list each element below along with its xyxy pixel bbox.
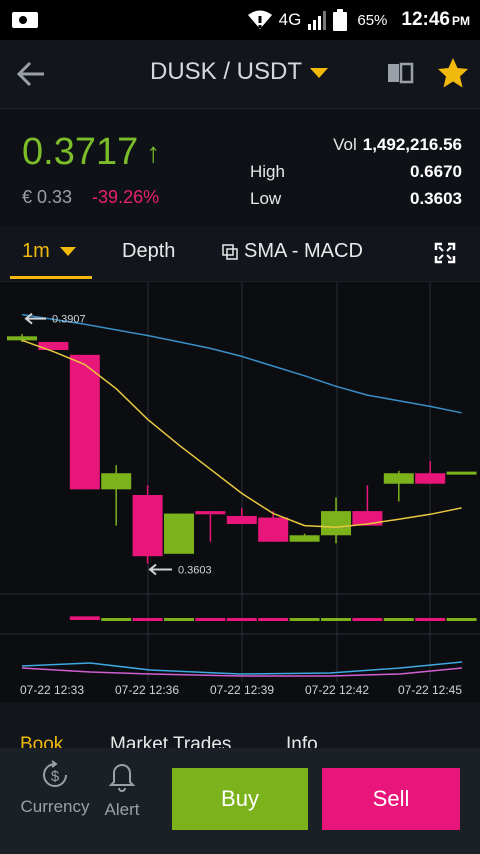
pair-title: DUSK / USDT [150, 58, 303, 85]
x-tick-label: 07-22 12:42 [305, 683, 369, 697]
candlestick-chart[interactable]: 0.3907 0.3603 07-22 12:33 07-22 12:36 07-22 … [0, 282, 480, 702]
wifi-alert-icon [247, 10, 272, 29]
low-marker-label: 0.3603 [178, 564, 212, 576]
candle-body [226, 515, 257, 524]
chart-tabs: 1m Depth SMA - MACD [0, 226, 480, 282]
low-marker-arrow [148, 563, 172, 576]
fiat-price: € 0.33 [22, 187, 73, 207]
macd-bar [352, 618, 383, 621]
candle-body [446, 471, 477, 475]
status-bar: 4G 65% 12:46 PM [0, 0, 480, 40]
macd-bar [321, 618, 351, 621]
macd-bar [258, 618, 289, 621]
chart-canvas: 0.3907 0.3603 07-22 12:33 07-22 12:36 07-22 … [0, 282, 480, 697]
fullscreen-icon[interactable] [434, 242, 456, 264]
currency-icon: $ [43, 760, 67, 787]
svg-text:$: $ [51, 768, 60, 785]
candle-body [101, 473, 132, 490]
book-icon[interactable] [385, 58, 415, 88]
low-label: Low [250, 189, 282, 208]
candle-body [321, 511, 351, 536]
candle-body [38, 341, 69, 350]
ticker-panel: 0.3717 ↑ € 0.33 -39.26% Vol 1,492,216.56 … [0, 108, 480, 226]
tab-interval[interactable]: 1m [22, 240, 76, 263]
price-change: -39.26% [92, 187, 160, 207]
alert-button[interactable]: Alert [98, 758, 146, 820]
high-marker-label: 0.3907 [52, 314, 86, 326]
back-arrow-icon[interactable] [14, 56, 50, 92]
network-type: 4G [278, 10, 302, 29]
high-marker-arrow [24, 312, 46, 325]
candle-body [415, 473, 446, 484]
macd-bar [226, 618, 257, 621]
macd-bar [132, 618, 163, 621]
battery-percent: 65% [357, 11, 388, 29]
buy-button[interactable]: Buy [172, 768, 308, 830]
candle-body [7, 336, 37, 341]
currency-label: Currency [20, 797, 90, 816]
tab-depth[interactable]: Depth [122, 240, 175, 263]
macd-bar [383, 618, 414, 621]
macd-bar [164, 618, 194, 621]
dropdown-caret-icon [59, 247, 76, 256]
macd-bar [101, 618, 132, 621]
indicator-icon [222, 243, 238, 260]
clock: 12:46 PM [401, 9, 470, 30]
x-tick-label: 07-22 12:39 [210, 683, 274, 697]
active-tab-indicator [10, 276, 92, 279]
macd-bar [289, 618, 320, 621]
action-bar: $ Currency Alert Buy Sell [0, 748, 480, 854]
currency-button[interactable]: $ Currency [20, 758, 90, 818]
sell-button[interactable]: Sell [322, 768, 460, 830]
bell-icon [108, 764, 136, 792]
alert-label: Alert [104, 800, 140, 819]
tab-indicators[interactable]: SMA - MACD [222, 240, 363, 263]
up-arrow-icon: ↑ [146, 136, 161, 168]
low-value: 0.3603 [410, 189, 462, 208]
macd-bar [69, 616, 100, 620]
candle-body [195, 511, 226, 515]
x-tick-label: 07-22 12:36 [115, 683, 179, 697]
signal-icon [308, 11, 327, 30]
candle-body [289, 535, 320, 542]
last-price: 0.3717 ↑ [22, 131, 161, 173]
vol-label: Vol [333, 135, 357, 154]
macd-bar [415, 618, 446, 621]
candle-body [164, 513, 194, 554]
video-recording-icon [12, 12, 38, 28]
ticker-stats: Vol 1,492,216.56 High 0.6670 Low 0.3603 [250, 135, 462, 216]
high-value: 0.6670 [410, 162, 462, 181]
top-bar: DUSK / USDT [0, 40, 480, 108]
high-label: High [250, 162, 285, 181]
x-tick-label: 07-22 12:33 [20, 683, 84, 697]
star-icon[interactable] [436, 56, 470, 90]
candle-body [383, 473, 414, 484]
x-tick-label: 07-22 12:45 [398, 683, 462, 697]
battery-icon [333, 9, 348, 31]
macd-bar [195, 618, 226, 621]
candle-body [69, 354, 100, 490]
vol-value: 1,492,216.56 [362, 135, 462, 154]
candle-body [258, 517, 289, 542]
macd-bar [446, 618, 477, 621]
dropdown-caret-icon [310, 68, 329, 78]
pair-selector[interactable]: DUSK / USDT [150, 58, 329, 86]
candle-body [132, 495, 163, 557]
